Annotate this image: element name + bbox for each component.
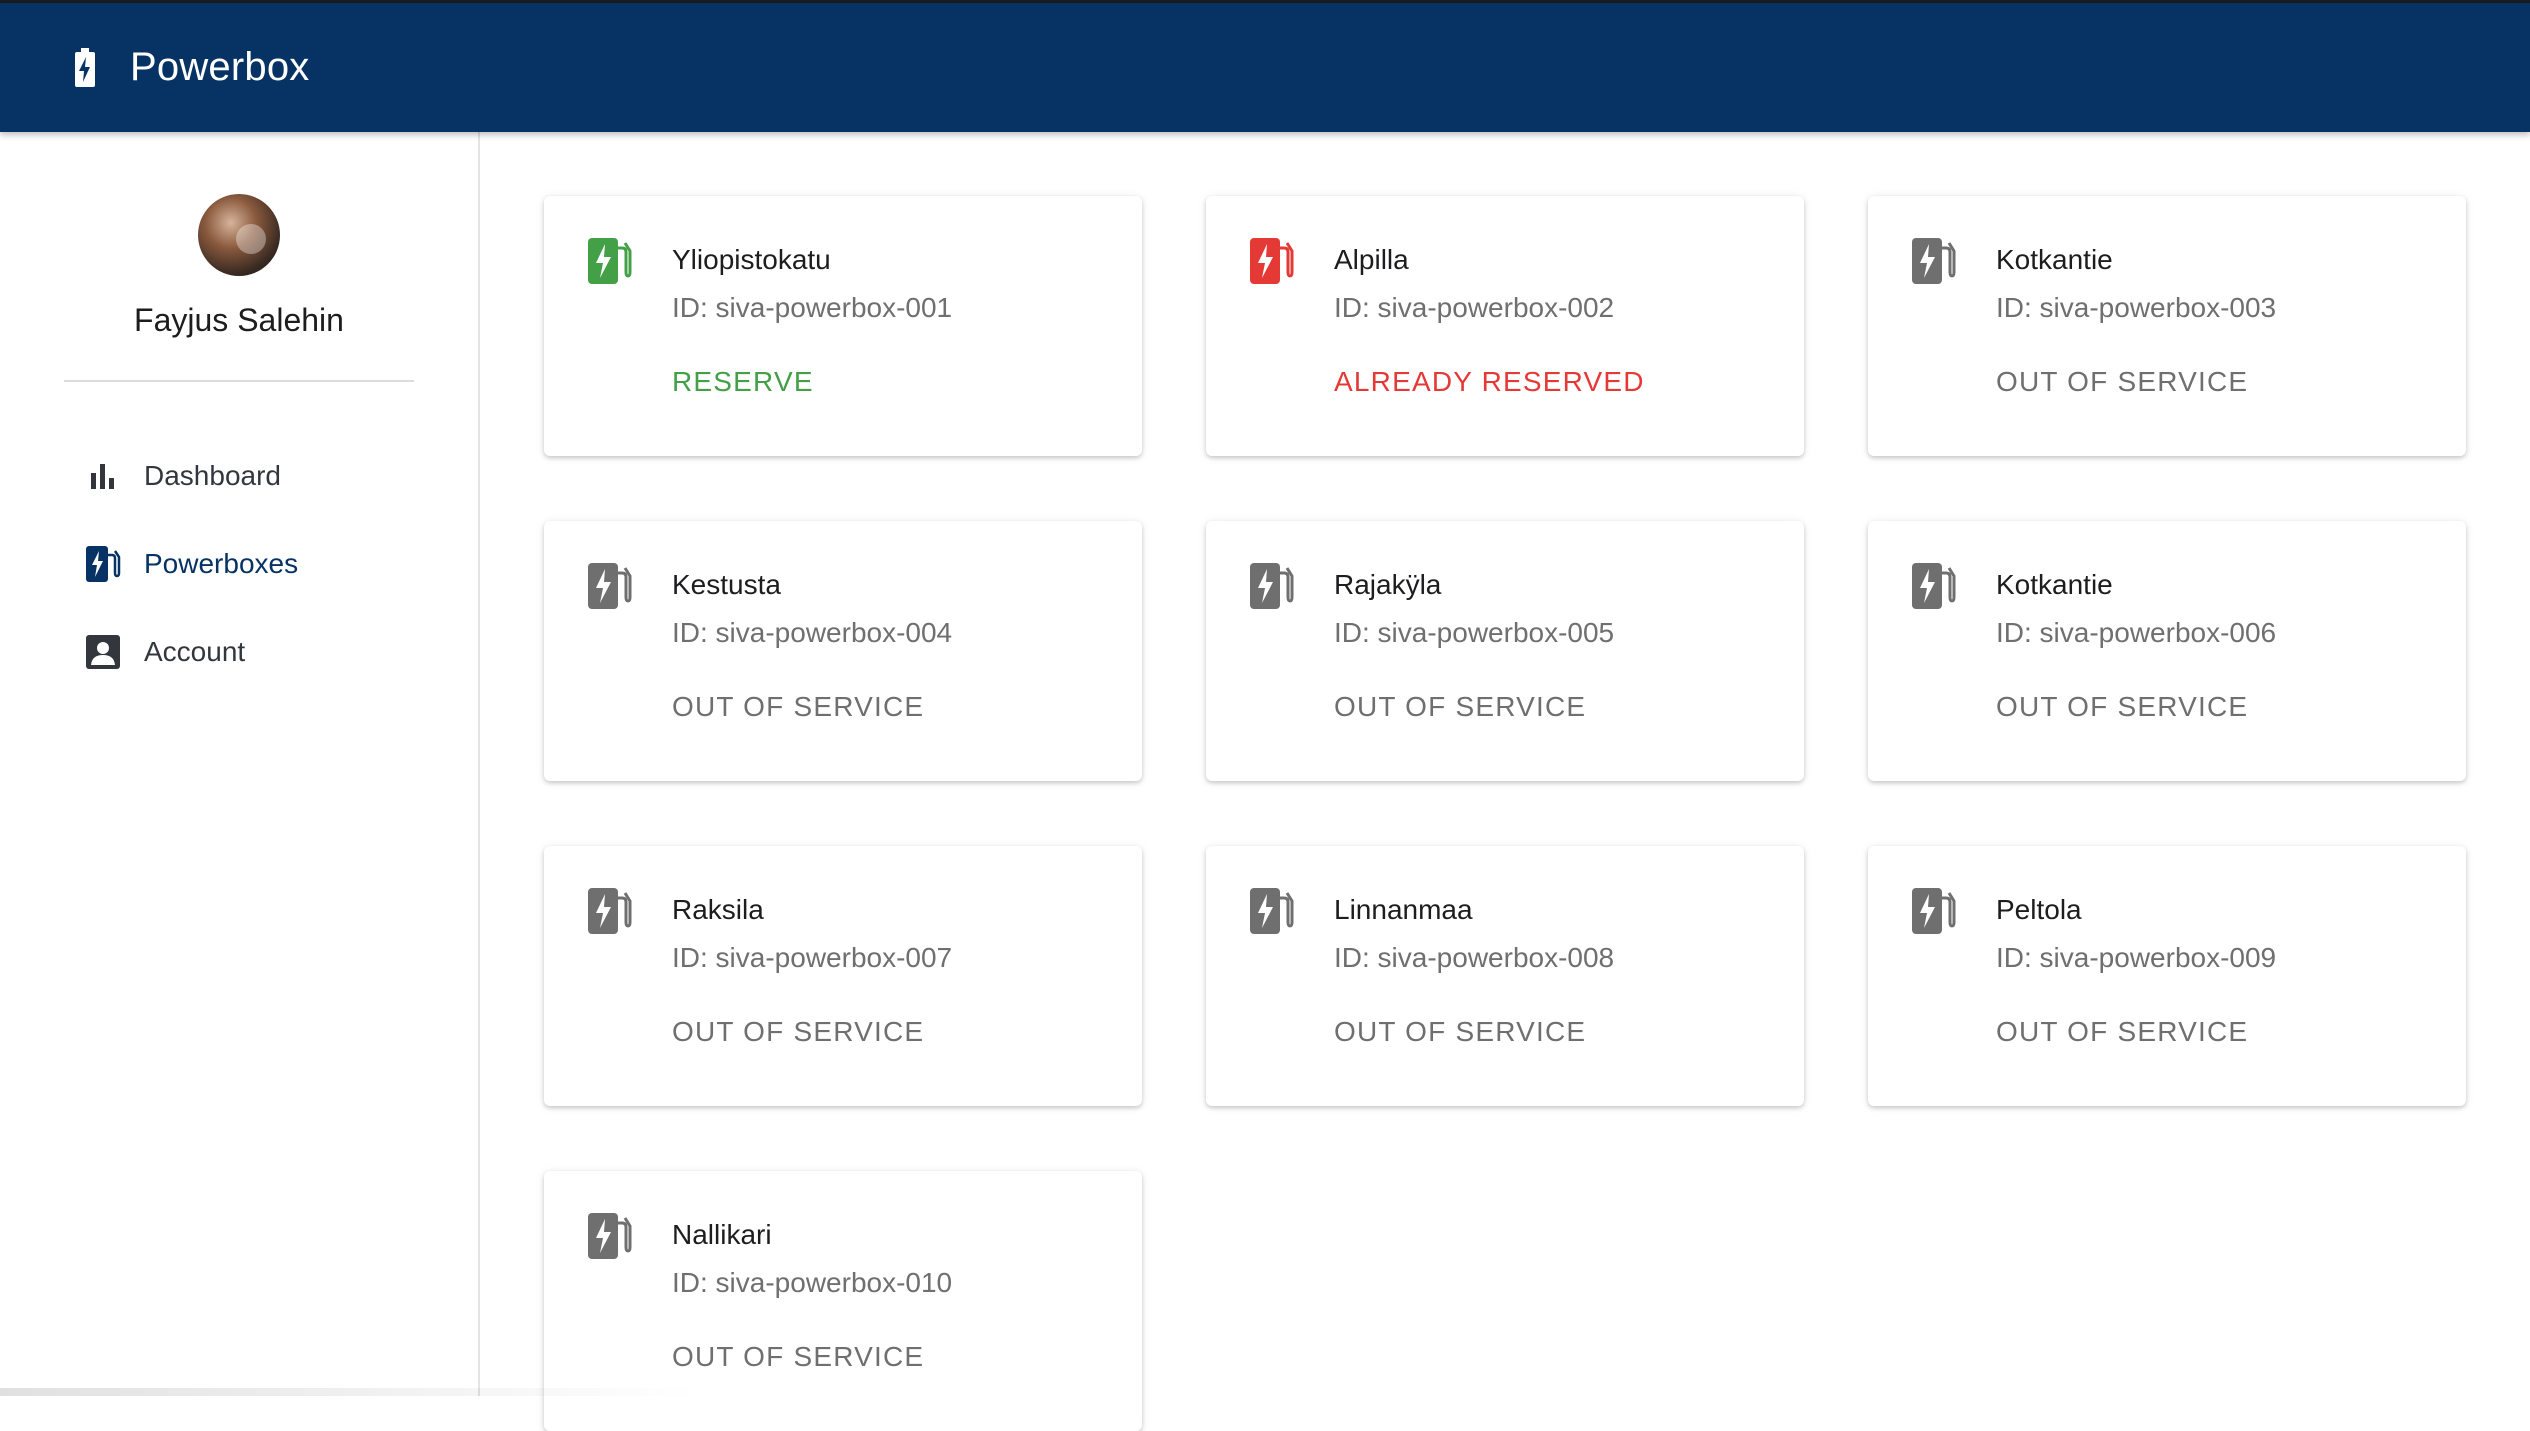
powerbox-card: Rajakÿla ID: siva-powerbox-005 OUT OF SERV…	[1206, 521, 1804, 781]
sidebar-divider	[64, 380, 414, 382]
status-button[interactable]: OUT OF SERVICE	[1334, 691, 1586, 723]
powerbox-name: Yliopistokatu	[672, 244, 831, 276]
ev-station-icon	[1248, 236, 1294, 286]
ev-station-icon	[586, 236, 632, 286]
powerbox-card: Kestusta ID: siva-powerbox-004 OUT OF SERV…	[544, 521, 1142, 781]
powerbox-name: Kestusta	[672, 569, 781, 601]
app-title: Powerbox	[130, 45, 309, 90]
powerbox-card: Raksila ID: siva-powerbox-007 OUT OF SERVI…	[544, 846, 1142, 1106]
battery-charging-icon	[74, 46, 102, 90]
ev-station-icon	[1910, 561, 1956, 611]
avatar	[198, 194, 280, 276]
powerbox-card: Yliopistokatu ID: siva-powerbox-001 RESERV…	[544, 196, 1142, 456]
status-button[interactable]: OUT OF SERVICE	[672, 1016, 924, 1048]
ev-station-icon	[84, 545, 122, 583]
sidebar-item-powerboxes[interactable]: Powerboxes	[0, 520, 478, 608]
powerbox-id: ID: siva-powerbox-010	[672, 1267, 952, 1299]
powerbox-name: Peltola	[1996, 894, 2082, 926]
powerbox-name: Nallikari	[672, 1219, 772, 1251]
powerbox-name: Rajakÿla	[1334, 569, 1441, 601]
status-button[interactable]: ALREADY RESERVED	[1334, 366, 1645, 398]
powerbox-id: ID: siva-powerbox-002	[1334, 292, 1614, 324]
sidebar-item-label: Account	[144, 636, 245, 668]
powerbox-id: ID: siva-powerbox-007	[672, 942, 952, 974]
powerbox-name: Linnanmaa	[1334, 894, 1473, 926]
ev-station-icon	[1910, 236, 1956, 286]
user-name: Fayjus Salehin	[134, 302, 344, 339]
account-box-icon	[84, 633, 122, 671]
powerbox-id: ID: siva-powerbox-004	[672, 617, 952, 649]
ev-station-icon	[586, 886, 632, 936]
status-button[interactable]: OUT OF SERVICE	[1334, 1016, 1586, 1048]
powerbox-card: Kotkantie ID: siva-powerbox-006 OUT OF SER…	[1868, 521, 2466, 781]
powerbox-id: ID: siva-powerbox-008	[1334, 942, 1614, 974]
powerbox-card: Linnanmaa ID: siva-powerbox-008 OUT OF SER…	[1206, 846, 1804, 1106]
powerbox-card: Alpilla ID: siva-powerbox-002 ALREADY RESE…	[1206, 196, 1804, 456]
powerbox-name: Raksila	[672, 894, 764, 926]
ev-station-icon	[1910, 886, 1956, 936]
status-button[interactable]: OUT OF SERVICE	[672, 1341, 924, 1373]
status-button[interactable]: OUT OF SERVICE	[1996, 691, 2248, 723]
sidebar: Fayjus Salehin Dashboard Powerbox	[0, 132, 480, 1396]
reserve-button[interactable]: RESERVE	[672, 366, 814, 398]
powerbox-name: Alpilla	[1334, 244, 1409, 276]
user-profile: Fayjus Salehin	[0, 194, 478, 339]
sidebar-item-dashboard[interactable]: Dashboard	[0, 432, 478, 520]
status-button[interactable]: OUT OF SERVICE	[1996, 1016, 2248, 1048]
powerbox-card: Kotkantie ID: siva-powerbox-003 OUT OF SER…	[1868, 196, 2466, 456]
powerbox-id: ID: siva-powerbox-009	[1996, 942, 2276, 974]
powerbox-id: ID: siva-powerbox-001	[672, 292, 952, 324]
main-content: Yliopistokatu ID: siva-powerbox-001 RESERV…	[480, 132, 2530, 1396]
powerbox-card: Peltola ID: siva-powerbox-009 OUT OF SERVI…	[1868, 846, 2466, 1106]
ev-station-icon	[1248, 561, 1294, 611]
ev-station-icon	[1248, 886, 1294, 936]
ev-station-icon	[586, 1211, 632, 1261]
app-bar: Powerbox	[0, 0, 2530, 132]
status-button[interactable]: OUT OF SERVICE	[672, 691, 924, 723]
bottom-shadow	[0, 1388, 700, 1396]
sidebar-item-label: Powerboxes	[144, 548, 298, 580]
bar-chart-icon	[84, 457, 122, 495]
powerbox-id: ID: siva-powerbox-006	[1996, 617, 2276, 649]
powerbox-id: ID: siva-powerbox-003	[1996, 292, 2276, 324]
status-button[interactable]: OUT OF SERVICE	[1996, 366, 2248, 398]
sidebar-item-account[interactable]: Account	[0, 608, 478, 696]
powerbox-name: Kotkantie	[1996, 569, 2113, 601]
sidebar-nav: Dashboard Powerboxes Account	[0, 432, 478, 696]
sidebar-item-label: Dashboard	[144, 460, 281, 492]
ev-station-icon	[586, 561, 632, 611]
powerbox-id: ID: siva-powerbox-005	[1334, 617, 1614, 649]
powerbox-name: Kotkantie	[1996, 244, 2113, 276]
